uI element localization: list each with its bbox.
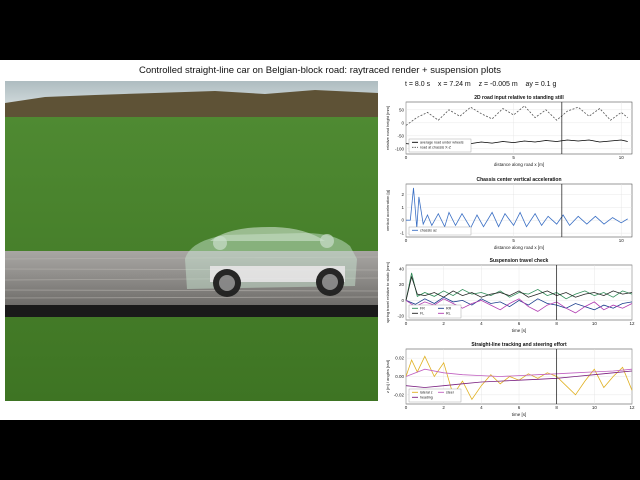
legend-label: FL xyxy=(420,312,424,316)
y-tick-label: 2 xyxy=(401,192,404,197)
time-readout: t = 8.0 s xyxy=(405,81,431,88)
legend xyxy=(408,226,472,236)
x-tick-label: 8 xyxy=(555,405,558,410)
x-tick-label: 5 xyxy=(512,238,515,243)
chart-title: 2D road input relative to standing still xyxy=(474,95,564,101)
x-tick-label: 10 xyxy=(592,321,598,326)
y-tick-label: 0 xyxy=(401,120,404,125)
x-readout: x = 7.24 m xyxy=(437,81,471,88)
y-tick-label: 0 xyxy=(401,298,404,303)
y-tick-label: -100 xyxy=(395,146,405,151)
x-tick-label: 5 xyxy=(512,155,515,160)
x-tick-label: 0 xyxy=(405,155,408,160)
y-tick-label: 0.00 xyxy=(395,374,404,379)
y-tick-label: -50 xyxy=(397,133,404,138)
y-axis-label: relative road height [mm] xyxy=(385,106,390,150)
x-tick-label: 12 xyxy=(629,405,635,410)
y-tick-label: 0.02 xyxy=(395,356,404,361)
plot-road-input: 2D road input relative to standing still… xyxy=(385,95,633,167)
x-axis-label: time [s] xyxy=(512,412,527,417)
y-axis-label: spring travel relative to static [mm] xyxy=(385,262,390,323)
status-readout: t = 8.0 s x = 7.24 m z = -0.005 m ay = 0… xyxy=(405,81,556,88)
chart-title: Straight-line tracking and steering effo… xyxy=(471,342,567,348)
z-readout: z = -0.005 m xyxy=(478,81,518,88)
x-tick-label: 2 xyxy=(442,405,445,410)
chart-title: Suspension travel check xyxy=(490,258,549,264)
legend-label: FR xyxy=(420,307,425,311)
plot-vertical-acceleration: Chassis center vertical acceleration0 5 10… xyxy=(385,177,633,250)
y-tick-label: 40 xyxy=(399,266,405,271)
legend-label: average road under wheels xyxy=(420,141,464,145)
x-tick-label: 4 xyxy=(480,321,483,326)
x-tick-label: 0 xyxy=(405,405,408,410)
legend-label: road at chassis X-Z xyxy=(420,146,452,150)
x-tick-label: 12 xyxy=(629,321,635,326)
page-title: Controlled straight-line car on Belgian-… xyxy=(139,65,501,76)
y-tick-label: 20 xyxy=(399,282,405,287)
x-tick-label: 10 xyxy=(619,155,625,160)
x-axis-label: time [s] xyxy=(512,328,527,333)
legend-label: chassis az xyxy=(420,229,437,233)
ay-readout: ay = 0.1 g xyxy=(525,81,557,88)
legend-label: RL xyxy=(446,312,451,316)
x-tick-label: 2 xyxy=(442,321,445,326)
y-axis-label: vertical acceleration [g] xyxy=(385,190,390,231)
legend-label: lateral z xyxy=(420,391,433,395)
y-tick-label: -20 xyxy=(397,314,404,319)
legend xyxy=(408,304,462,319)
legend-label: RR xyxy=(446,307,452,311)
render-scene xyxy=(5,81,378,401)
road-shadow xyxy=(5,305,378,317)
x-tick-label: 0 xyxy=(405,238,408,243)
y-tick-label: 0 xyxy=(401,218,404,223)
chart-title: Chassis center vertical acceleration xyxy=(476,177,561,183)
video-frame: Controlled straight-line car on Belgian-… xyxy=(0,60,640,420)
x-tick-label: 10 xyxy=(619,238,625,243)
legend-label: steer xyxy=(446,391,455,395)
y-axis-label: z [m] / angles [rad] xyxy=(385,360,390,393)
y-tick-label: -0.02 xyxy=(394,392,405,397)
y-tick-label: 50 xyxy=(399,107,405,112)
x-tick-label: 6 xyxy=(518,405,521,410)
x-axis-label: distance along road x [m] xyxy=(494,245,544,250)
x-tick-label: 8 xyxy=(555,321,558,326)
plot-suspension-travel: Suspension travel check0 2 4 6 8 10 1240200-20… xyxy=(385,258,635,333)
x-tick-label: 4 xyxy=(480,405,483,410)
plot-tracking-steering: Straight-line tracking and steering effo… xyxy=(385,342,635,417)
x-tick-label: 6 xyxy=(518,321,521,326)
raytraced-render xyxy=(5,81,378,401)
x-tick-label: 0 xyxy=(405,321,408,326)
y-tick-label: 1 xyxy=(401,205,404,210)
x-tick-label: 10 xyxy=(592,405,598,410)
legend-label: heading xyxy=(420,396,433,400)
x-axis-label: distance along road x [m] xyxy=(494,162,544,167)
y-tick-label: -1 xyxy=(400,231,404,236)
